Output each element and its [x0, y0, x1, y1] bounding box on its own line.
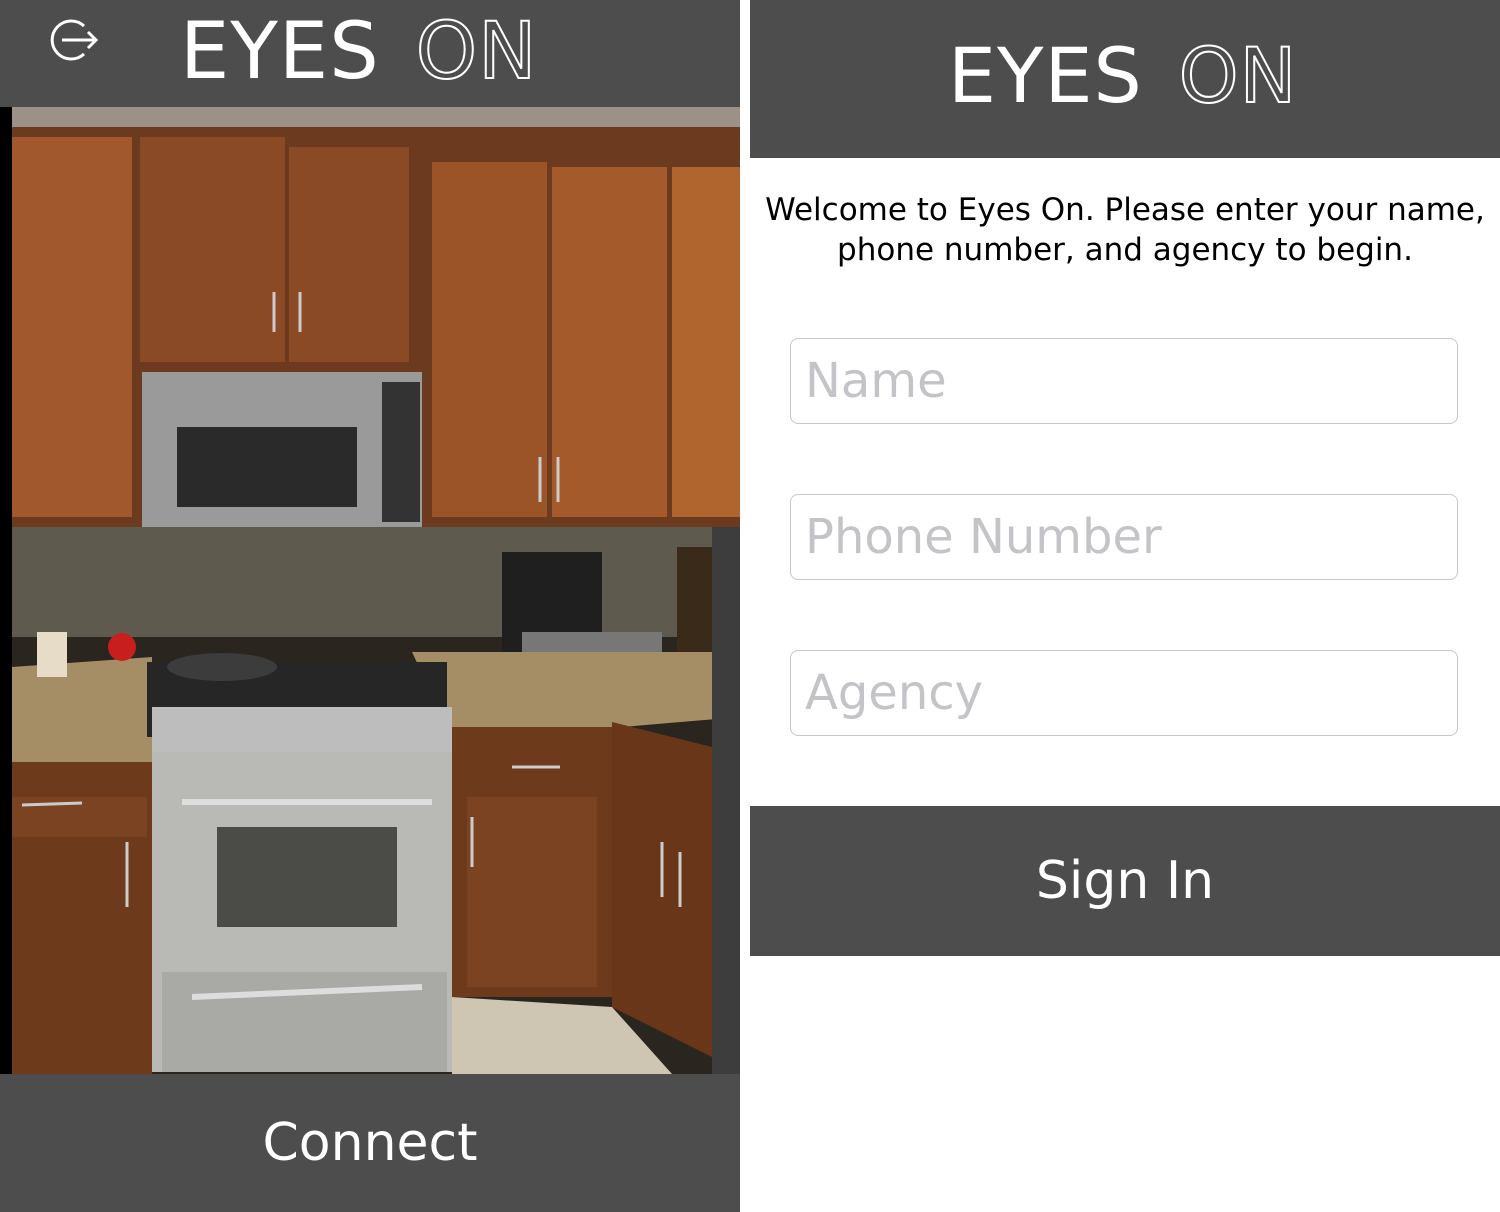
sign-in-button[interactable]: Sign In	[750, 806, 1500, 956]
phone-number-field[interactable]	[790, 494, 1458, 580]
logo-word-on: ON	[415, 7, 538, 97]
agency-field[interactable]	[790, 650, 1458, 736]
app-logo: EYES ON	[948, 37, 1297, 115]
agency-input[interactable]	[791, 651, 1457, 735]
sign-in-screen: EYES ON Welcome to Eyes On. Please enter …	[750, 0, 1500, 1212]
top-bar: EYES ON	[750, 0, 1500, 158]
exit-arrow-icon[interactable]	[44, 12, 100, 68]
welcome-line-2: phone number, and agency to begin.	[837, 232, 1413, 268]
app-logo: EYES ON	[180, 12, 537, 92]
camera-preview	[12, 107, 740, 1074]
name-field[interactable]	[790, 338, 1458, 424]
connect-button-label: Connect	[262, 1113, 478, 1173]
phone-number-input[interactable]	[791, 495, 1457, 579]
logo-word-eyes: EYES	[180, 7, 380, 97]
name-input[interactable]	[791, 339, 1457, 423]
camera-screen: EYES ON Connect	[0, 0, 740, 1212]
logo-word-on: ON	[1178, 31, 1298, 120]
sign-in-button-label: Sign In	[1035, 851, 1215, 911]
welcome-line-1: Welcome to Eyes On. Please enter your na…	[765, 192, 1485, 228]
logo-word-eyes: EYES	[948, 31, 1143, 120]
top-bar: EYES ON	[0, 0, 740, 107]
connect-button[interactable]: Connect	[0, 1074, 740, 1212]
welcome-message: Welcome to Eyes On. Please enter your na…	[750, 190, 1500, 270]
screen-divider	[740, 0, 750, 1212]
